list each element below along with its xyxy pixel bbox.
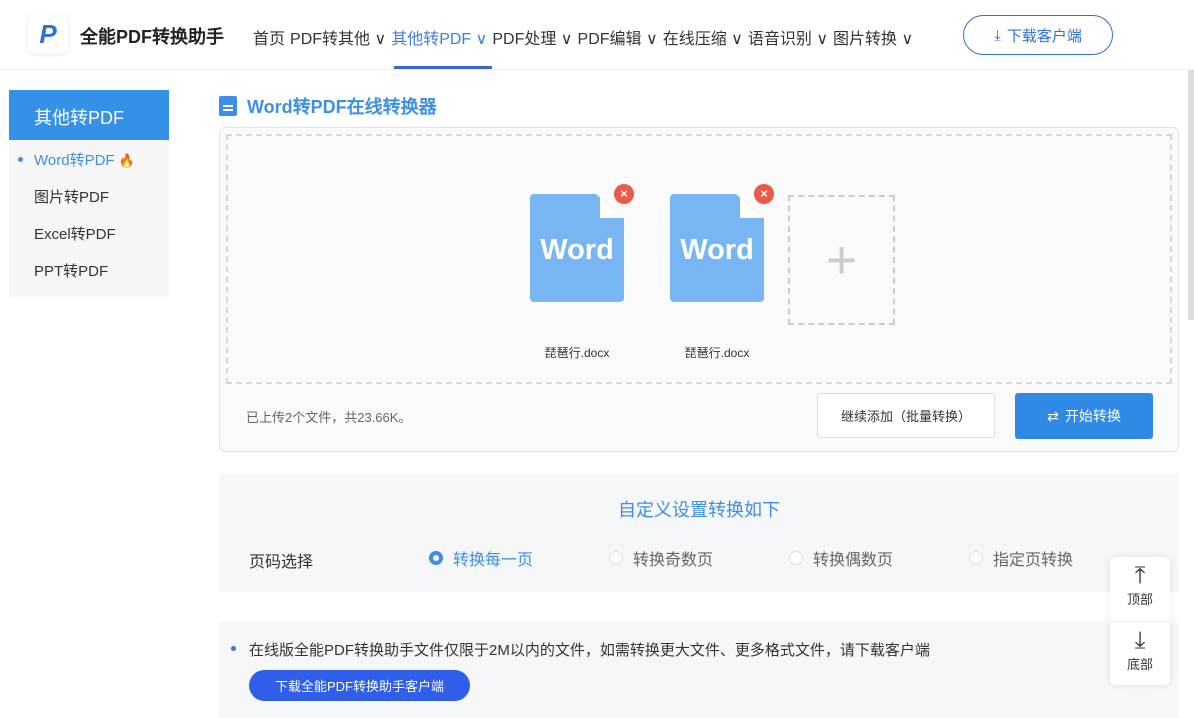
- fire-icon: 🔥: [118, 153, 135, 168]
- add-file-button[interactable]: +: [788, 195, 895, 325]
- radio-specific-pages[interactable]: 指定页转换: [969, 546, 1073, 570]
- radio-label: 指定页转换: [993, 552, 1074, 569]
- drop-zone[interactable]: Word × 琵琶行.docx Word × 琵琶行.docx +: [226, 134, 1172, 384]
- file-item: Word × 琵琶行.docx: [670, 184, 774, 360]
- download-client-button[interactable]: ⤓ 下载客户端: [963, 15, 1113, 55]
- sidebar-item-word[interactable]: Word转PDF 🔥: [9, 140, 169, 177]
- sidebar-item-excel[interactable]: Excel转PDF: [9, 214, 169, 251]
- nav-speech[interactable]: 语音识别 ∨: [748, 25, 828, 49]
- brand-name: 全能PDF转换助手: [80, 27, 224, 47]
- bottom-label: 底部: [1126, 657, 1153, 672]
- header: P 全能PDF转换助手 首页 PDF转其他 ∨ 其他转PDF ∨ PDF处理 ∨…: [0, 0, 1194, 70]
- main-nav: 首页 PDF转其他 ∨ 其他转PDF ∨ PDF处理 ∨ PDF编辑 ∨ 在线压…: [253, 25, 918, 49]
- page-select-label: 页码选择: [249, 554, 314, 571]
- back-to-top-button[interactable]: ⤒ 顶部: [1110, 557, 1170, 621]
- sidebar-item-label: Word转PDF: [34, 152, 115, 169]
- nav-other-to-pdf[interactable]: 其他转PDF ∨: [391, 25, 487, 49]
- upload-panel: Word × 琵琶行.docx Word × 琵琶行.docx + 已上传2个文…: [219, 127, 1179, 452]
- arrow-up-icon: ⤒: [1134, 562, 1146, 589]
- radio-label: 转换奇数页: [633, 552, 714, 569]
- sidebar: 其他转PDF Word转PDF 🔥 图片转PDF Excel转PDF PPT转P…: [9, 90, 169, 297]
- nav-pdf-to-other[interactable]: PDF转其他 ∨: [290, 25, 386, 49]
- sidebar-item-ppt[interactable]: PPT转PDF: [9, 251, 169, 288]
- upload-info: 已上传2个文件，共23.66K。: [246, 410, 412, 425]
- options-title: 自定义设置转换如下: [618, 500, 780, 520]
- file-name: 琵琶行.docx: [684, 346, 750, 360]
- scroll-widget: ⤒ 顶部 ⤓ 底部: [1110, 557, 1170, 685]
- start-convert-button[interactable]: ⇄ 开始转换: [1015, 393, 1153, 439]
- page-title: Word转PDF在线转换器: [219, 93, 437, 119]
- nav-image[interactable]: 图片转换 ∨: [833, 25, 913, 49]
- notice-panel: 在线版全能PDF转换助手文件仅限于2M以内的文件，如需转换更大文件、更多格式文件…: [219, 622, 1179, 718]
- plus-icon: +: [825, 230, 858, 290]
- radio-even-pages[interactable]: 转换偶数页: [789, 546, 893, 570]
- sidebar-item-image[interactable]: 图片转PDF: [9, 177, 169, 214]
- go-to-bottom-button[interactable]: ⤓ 底部: [1110, 621, 1170, 685]
- notice-text: 在线版全能PDF转换助手文件仅限于2M以内的文件，如需转换更大文件、更多格式文件…: [231, 639, 930, 660]
- arrow-down-icon: ⤓: [1134, 627, 1146, 654]
- word-file-icon: Word: [670, 194, 764, 302]
- radio-odd-pages[interactable]: 转换奇数页: [609, 546, 713, 570]
- start-label: 开始转换: [1064, 408, 1121, 424]
- logo[interactable]: P: [28, 14, 68, 54]
- scrollbar[interactable]: [1188, 70, 1194, 320]
- word-file-icon: Word: [530, 194, 624, 302]
- file-type-label: Word: [540, 234, 614, 266]
- remove-file-icon[interactable]: ×: [614, 184, 634, 204]
- nav-pdf-edit[interactable]: PDF编辑 ∨: [578, 25, 658, 49]
- document-icon: [219, 96, 237, 116]
- swap-icon: ⇄: [1047, 407, 1059, 424]
- radio-label: 转换每一页: [453, 552, 534, 569]
- continue-add-button[interactable]: 继续添加（批量转换）: [817, 393, 995, 438]
- file-type-label: Word: [680, 234, 754, 266]
- nav-compress[interactable]: 在线压缩 ∨: [663, 25, 743, 49]
- file-name: 琵琶行.docx: [544, 346, 610, 360]
- download-client-link-button[interactable]: 下载全能PDF转换助手客户端: [249, 670, 470, 701]
- sidebar-title: 其他转PDF: [9, 90, 169, 140]
- nav-home[interactable]: 首页: [253, 25, 285, 49]
- page-title-text: Word转PDF在线转换器: [247, 97, 437, 117]
- radio-label: 转换偶数页: [813, 552, 894, 569]
- download-icon: ⤓: [994, 26, 1001, 44]
- remove-file-icon[interactable]: ×: [754, 184, 774, 204]
- options-panel: 自定义设置转换如下 页码选择 转换每一页 转换奇数页 转换偶数页 指定页转换: [219, 474, 1179, 592]
- file-item: Word × 琵琶行.docx: [530, 184, 634, 360]
- nav-pdf-process[interactable]: PDF处理 ∨: [492, 25, 572, 49]
- active-nav-indicator: [394, 66, 492, 69]
- radio-every-page[interactable]: 转换每一页: [429, 546, 533, 570]
- download-label: 下载客户端: [1006, 27, 1082, 45]
- top-label: 顶部: [1126, 592, 1153, 607]
